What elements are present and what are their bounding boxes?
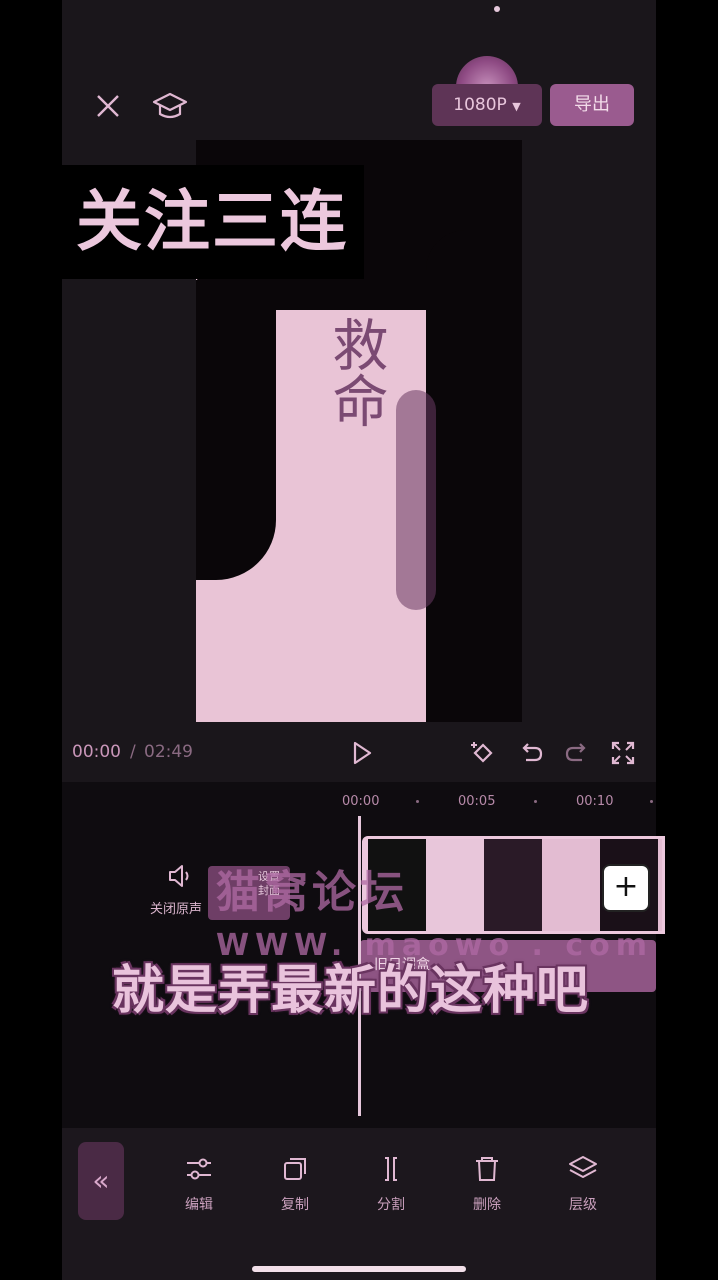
chevron-down-icon: ▼	[512, 100, 521, 113]
collapse-button[interactable]: «	[78, 1142, 124, 1220]
preview-shape	[426, 230, 522, 722]
mute-original-button[interactable]	[166, 862, 196, 890]
preview-shape	[396, 390, 436, 610]
keyframe-button[interactable]	[468, 738, 498, 768]
overlay-title: 关注三连	[60, 165, 364, 279]
redo-icon	[565, 743, 586, 762]
keyframe-icon	[471, 742, 493, 763]
top-bar: 1080P ▼ 导出	[62, 56, 656, 134]
preview-shape	[196, 280, 276, 580]
trash-icon	[476, 1157, 498, 1181]
tool-label: 层级	[569, 1197, 597, 1213]
tool-layers[interactable]: 层级	[548, 1154, 618, 1224]
play-button[interactable]	[346, 738, 376, 768]
clip-frame	[484, 839, 542, 931]
ruler-label: 00:05	[458, 794, 496, 809]
ruler-dot	[650, 800, 653, 803]
clip-frame	[426, 839, 484, 931]
ruler-dot	[416, 800, 419, 803]
current-time: 00:00	[72, 742, 121, 762]
resolution-selector[interactable]: 1080P ▼	[432, 84, 542, 126]
play-icon	[353, 741, 372, 765]
clip-frame	[542, 839, 600, 931]
ruler-dot	[534, 800, 537, 803]
split-icon	[385, 1157, 397, 1181]
left-letterbox	[0, 0, 62, 1280]
watermark: 猫窝论坛	[216, 867, 408, 918]
fullscreen-icon	[611, 741, 635, 765]
add-clip-button[interactable]: +	[602, 864, 650, 912]
tool-label: 删除	[473, 1197, 501, 1213]
tutorial-button[interactable]	[150, 88, 190, 124]
tool-copy[interactable]: 复制	[260, 1154, 330, 1224]
tool-edit[interactable]: 编辑	[164, 1154, 234, 1224]
speaker-icon	[169, 865, 189, 887]
undo-icon	[522, 743, 543, 762]
resolution-value: 1080P	[453, 95, 507, 115]
sliders-icon	[187, 1158, 211, 1180]
copy-icon	[284, 1158, 306, 1180]
ruler-label: 00:10	[576, 794, 614, 809]
mute-original-label: 关闭原声	[150, 902, 203, 917]
close-button[interactable]	[90, 88, 126, 124]
tool-split[interactable]: 分割	[356, 1154, 426, 1224]
tattoo-text: 救命	[323, 316, 388, 428]
close-icon	[97, 95, 119, 117]
home-indicator[interactable]	[252, 1266, 466, 1272]
time-separator: /	[130, 742, 136, 762]
fullscreen-button[interactable]	[608, 738, 638, 768]
tool-delete[interactable]: 删除	[452, 1154, 522, 1224]
export-button[interactable]: 导出	[550, 84, 634, 126]
bottom-toolbar: « 编辑 复制 分割 删除 层级	[62, 1128, 656, 1280]
total-time: 02:49	[144, 742, 193, 762]
time-ruler: 00:00 00:05 00:10	[62, 782, 656, 818]
tool-label: 复制	[281, 1197, 309, 1213]
redo-button[interactable]	[562, 738, 592, 768]
layers-icon	[569, 1156, 597, 1178]
right-letterbox	[656, 0, 718, 1280]
ruler-label: 00:00	[342, 794, 380, 809]
tool-label: 编辑	[185, 1197, 213, 1213]
playback-controls: 00:00 / 02:49	[62, 728, 656, 778]
caption-subtitle: 就是弄最新的这种吧	[112, 961, 590, 1021]
tool-label: 分割	[377, 1197, 405, 1213]
status-dot	[494, 6, 500, 12]
undo-button[interactable]	[516, 738, 546, 768]
graduation-cap-icon	[152, 92, 188, 119]
